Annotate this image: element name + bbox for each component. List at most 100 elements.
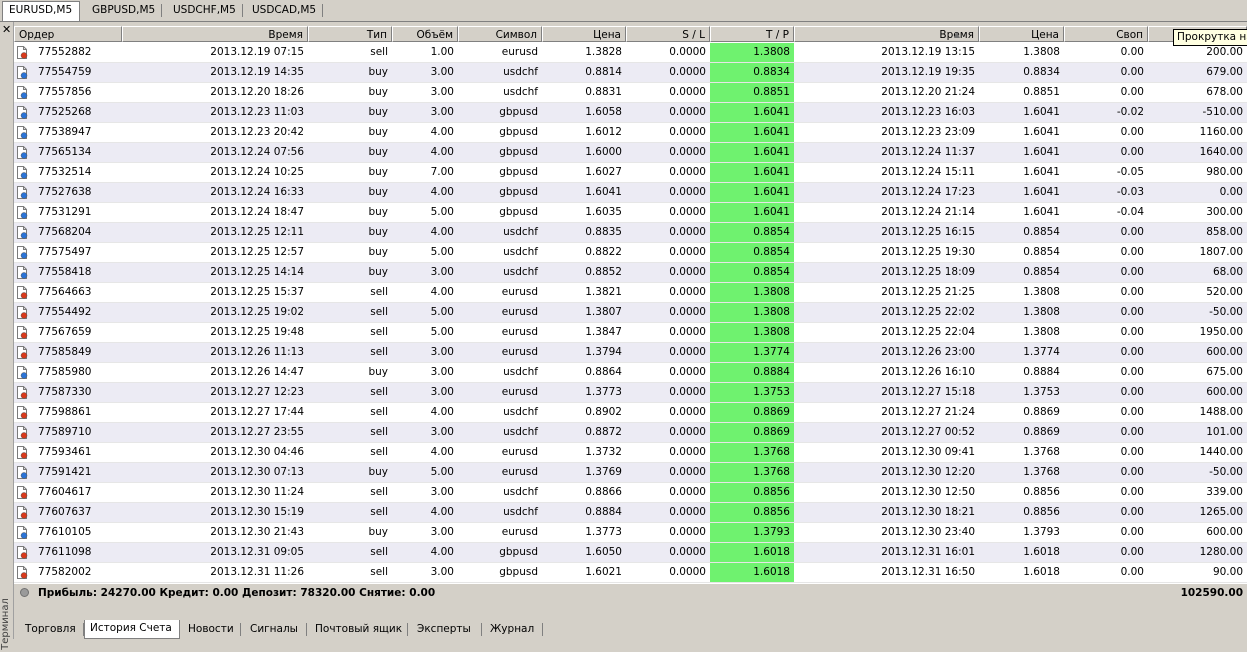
column-header-sl[interactable]: S / L <box>626 26 710 42</box>
cell-order: 77585849 <box>38 346 92 358</box>
column-header-type[interactable]: Тип <box>308 26 392 42</box>
table-row[interactable]: 77564663 2013.12.25 15:37 sell 4.00 eurusd 1.… <box>14 283 1247 303</box>
table-row[interactable]: 77532514 2013.12.24 10:25 buy 7.00 gbpusd 1.6… <box>14 163 1247 183</box>
cell-close-price: 1.3793 <box>1023 526 1060 538</box>
cell-order: 77568204 <box>38 226 92 238</box>
cell-price: 0.8835 <box>585 226 622 238</box>
cell-symbol: gbpusd <box>499 166 538 178</box>
chart-tab-gbpusd[interactable]: GBPUSD,M5 <box>86 2 158 19</box>
column-header-volume[interactable]: Объём <box>392 26 458 42</box>
tab-experts[interactable]: Эксперты <box>412 621 480 638</box>
cell-close-time: 2013.12.23 16:03 <box>881 106 975 118</box>
cell-close-price: 1.3808 <box>1023 286 1060 298</box>
table-row[interactable]: 77589710 2013.12.27 23:55 sell 3.00 usdchf 0.… <box>14 423 1247 443</box>
cell-swap: 0.00 <box>1120 326 1144 338</box>
cell-swap: 0.00 <box>1120 446 1144 458</box>
table-row[interactable]: 77554759 2013.12.19 14:35 buy 3.00 usdchf 0.8… <box>14 63 1247 83</box>
table-row[interactable]: 77565134 2013.12.24 07:56 buy 4.00 gbpusd 1.6… <box>14 143 1247 163</box>
column-header-label: Объём <box>416 29 453 41</box>
column-header-label: Ордер <box>19 29 55 41</box>
table-row[interactable]: 77531291 2013.12.24 18:47 buy 5.00 gbpusd 1.6… <box>14 203 1247 223</box>
table-row[interactable]: 77604617 2013.12.30 11:24 sell 3.00 usdchf 0.… <box>14 483 1247 503</box>
cell-symbol: usdchf <box>503 246 538 258</box>
cell-close-time: 2013.12.30 09:41 <box>881 446 975 458</box>
table-row[interactable]: 77585980 2013.12.26 14:47 buy 3.00 usdchf 0.8… <box>14 363 1247 383</box>
column-header-open-time[interactable]: Время <box>122 26 308 42</box>
column-header-close-time[interactable]: Время ▲ <box>794 26 979 42</box>
table-row[interactable]: 77582002 2013.12.31 11:26 sell 3.00 gbpusd 1.… <box>14 563 1247 583</box>
table-row[interactable]: 77610105 2013.12.30 21:43 buy 3.00 eurusd 1.3… <box>14 523 1247 543</box>
table-row[interactable]: 77585849 2013.12.26 11:13 sell 3.00 eurusd 1.… <box>14 343 1247 363</box>
table-row[interactable]: 77591421 2013.12.30 07:13 buy 5.00 eurusd 1.3… <box>14 463 1247 483</box>
cell-symbol: usdchf <box>503 366 538 378</box>
table-row[interactable]: 77607637 2013.12.30 15:19 sell 4.00 usdchf 0.… <box>14 503 1247 523</box>
cell-swap: 0.00 <box>1120 306 1144 318</box>
cell-tp: 1.3793 <box>710 523 794 542</box>
table-row[interactable]: 77587330 2013.12.27 12:23 sell 3.00 eurusd 1.… <box>14 383 1247 403</box>
table-row[interactable]: 77557856 2013.12.20 18:26 buy 3.00 usdchf 0.8… <box>14 83 1247 103</box>
table-row[interactable]: 77567659 2013.12.25 19:48 sell 5.00 eurusd 1.… <box>14 323 1247 343</box>
scroll-left-tooltip: Прокрутка налево <box>1173 29 1247 46</box>
tab-separator <box>542 623 543 636</box>
cell-type: buy <box>368 206 388 218</box>
chart-tab-usdcad[interactable]: USDCAD,M5 <box>246 2 318 19</box>
column-header-tp[interactable]: T / P <box>710 26 794 42</box>
tab-journal[interactable]: Журнал <box>485 621 541 638</box>
cell-volume: 3.00 <box>430 486 454 498</box>
cell-profit: 1265.00 <box>1199 506 1243 518</box>
cell-close-time: 2013.12.27 15:18 <box>881 386 975 398</box>
table-row[interactable]: 77611098 2013.12.31 09:05 sell 4.00 gbpusd 1.… <box>14 543 1247 563</box>
chart-tab-eurusd[interactable]: EURUSD,M5 <box>2 1 80 21</box>
cell-swap: 0.00 <box>1120 226 1144 238</box>
cell-price: 0.8814 <box>585 66 622 78</box>
tab-account-history[interactable]: История Счета <box>84 620 180 639</box>
cell-order: 77567659 <box>38 326 92 338</box>
table-row[interactable]: 77575497 2013.12.25 12:57 buy 5.00 usdchf 0.8… <box>14 243 1247 263</box>
tab-trade[interactable]: Торговля <box>20 621 82 638</box>
column-header-order[interactable]: Ордер <box>14 26 122 42</box>
cell-symbol: usdchf <box>503 406 538 418</box>
cell-close-time: 2013.12.26 16:10 <box>881 366 975 378</box>
column-header-close-price[interactable]: Цена <box>979 26 1064 42</box>
cell-open-time: 2013.12.25 19:48 <box>210 326 304 338</box>
table-row[interactable]: 77598861 2013.12.27 17:44 sell 4.00 usdchf 0.… <box>14 403 1247 423</box>
cell-open-time: 2013.12.27 23:55 <box>210 426 304 438</box>
column-header-symbol[interactable]: Символ <box>458 26 542 42</box>
cell-type: buy <box>368 366 388 378</box>
column-header-swap[interactable]: Своп <box>1064 26 1148 42</box>
cell-type: buy <box>368 166 388 178</box>
cell-volume: 4.00 <box>430 506 454 518</box>
cell-price: 1.6000 <box>585 146 622 158</box>
cell-profit: 600.00 <box>1206 386 1243 398</box>
close-icon[interactable]: ✕ <box>2 24 11 35</box>
tab-mailbox[interactable]: Почтовый ящик <box>310 621 406 638</box>
cell-close-price: 1.3808 <box>1023 306 1060 318</box>
table-row[interactable]: 77593461 2013.12.30 04:46 sell 4.00 eurusd 1.… <box>14 443 1247 463</box>
cell-close-price: 1.6041 <box>1023 166 1060 178</box>
account-history-table: Ордер Время Тип Объём Символ Цена S / L T / P Вр… <box>14 26 1247 603</box>
cell-open-time: 2013.12.25 15:37 <box>210 286 304 298</box>
table-row[interactable]: 77558418 2013.12.25 14:14 buy 3.00 usdchf 0.8… <box>14 263 1247 283</box>
table-row[interactable]: 77538947 2013.12.23 20:42 buy 4.00 gbpusd 1.6… <box>14 123 1247 143</box>
table-row[interactable]: 77554492 2013.12.25 19:02 sell 5.00 eurusd 1.… <box>14 303 1247 323</box>
cell-swap: 0.00 <box>1120 566 1144 578</box>
table-row[interactable]: 77525268 2013.12.23 11:03 buy 3.00 gbpusd 1.6… <box>14 103 1247 123</box>
column-header-price[interactable]: Цена <box>542 26 626 42</box>
cell-tp: 1.6041 <box>710 143 794 162</box>
table-row[interactable]: 77568204 2013.12.25 12:11 buy 4.00 usdchf 0.8… <box>14 223 1247 243</box>
cell-sl: 0.0000 <box>669 186 706 198</box>
cell-volume: 4.00 <box>430 186 454 198</box>
cell-sl: 0.0000 <box>669 66 706 78</box>
cell-type: buy <box>368 126 388 138</box>
cell-profit: 0.00 <box>1219 186 1243 198</box>
tab-signals[interactable]: Сигналы <box>245 621 305 638</box>
table-row[interactable]: 77527638 2013.12.24 16:33 buy 4.00 gbpusd 1.6… <box>14 183 1247 203</box>
cell-sl: 0.0000 <box>669 106 706 118</box>
cell-close-time: 2013.12.30 23:40 <box>881 526 975 538</box>
cell-tp: 1.3768 <box>710 463 794 482</box>
cell-tp: 1.3768 <box>710 443 794 462</box>
chart-tab-usdchf[interactable]: USDCHF,M5 <box>167 2 239 19</box>
tab-news[interactable]: Новости <box>183 621 239 638</box>
cell-profit: 520.00 <box>1206 286 1243 298</box>
table-row[interactable]: 77552882 2013.12.19 07:15 sell 1.00 eurusd 1.… <box>14 43 1247 63</box>
